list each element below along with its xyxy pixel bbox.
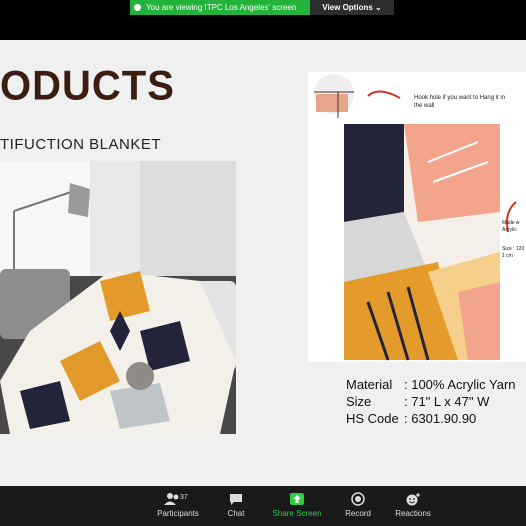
hook-hole-note: Hook hole if you want to Hang it in the … <box>414 95 506 109</box>
product-specs: Material : 100% Acrylic Yarn Size : 71" L … <box>346 376 516 427</box>
slide-subtitle: TIFUCTION BLANKET <box>0 136 162 153</box>
spec-row-material: Material : 100% Acrylic Yarn <box>346 376 516 393</box>
reactions-icon <box>406 493 420 506</box>
participants-label: Participants <box>157 509 199 518</box>
spec-row-hs-code: HS Code : 6301.90.90 <box>346 410 516 427</box>
chat-button[interactable]: Chat <box>220 492 252 518</box>
material-note: Made w Acrylic <box>502 220 520 233</box>
blanket-design-illustration: Hook hole if you want to Hang it in the … <box>308 72 526 362</box>
spec-key: Size <box>346 394 372 409</box>
view-options-button[interactable]: View Options ⌄ <box>310 0 394 15</box>
participants-button[interactable]: 37 Participants <box>154 492 202 518</box>
top-bar: You are viewing ITPC Los Angeles' screen… <box>0 0 526 40</box>
shared-slide: ODUCTS TIFUCTION BLANKET Hook hole if yo… <box>0 40 526 486</box>
meeting-toolbar: 37 Participants Chat Share Screen Record <box>0 486 526 526</box>
spec-key: Material <box>346 377 393 392</box>
reactions-label: Reactions <box>395 509 431 518</box>
share-screen-label: Share Screen <box>272 509 322 518</box>
participants-icon: 37 <box>164 493 188 505</box>
share-screen-icon <box>290 493 304 505</box>
share-indicator-icon <box>134 4 141 11</box>
spec-key: HS Code <box>346 411 399 426</box>
slide-title: ODUCTS <box>0 62 175 110</box>
participants-count: 37 <box>180 494 188 501</box>
spec-value: : 100% Acrylic Yarn <box>404 377 516 392</box>
record-label: Record <box>345 509 371 518</box>
screen-share-banner: You are viewing ITPC Los Angeles' screen <box>130 0 310 15</box>
size-note: Size : 120 x 1 cm <box>502 246 526 259</box>
reactions-button[interactable]: Reactions <box>392 492 434 518</box>
spec-row-size: Size : 71" L x 47" W <box>346 393 516 410</box>
share-screen-button[interactable]: Share Screen <box>270 492 324 518</box>
spec-value: : 71" L x 47" W <box>404 394 490 409</box>
viewing-screen-text: You are viewing ITPC Los Angeles' screen <box>146 3 297 12</box>
blanket-photo <box>0 161 236 434</box>
spec-value: : 6301.90.90 <box>404 411 477 426</box>
chat-label: Chat <box>227 509 245 518</box>
record-button[interactable]: Record <box>340 492 376 518</box>
chat-icon <box>230 494 242 505</box>
record-icon <box>351 492 365 506</box>
